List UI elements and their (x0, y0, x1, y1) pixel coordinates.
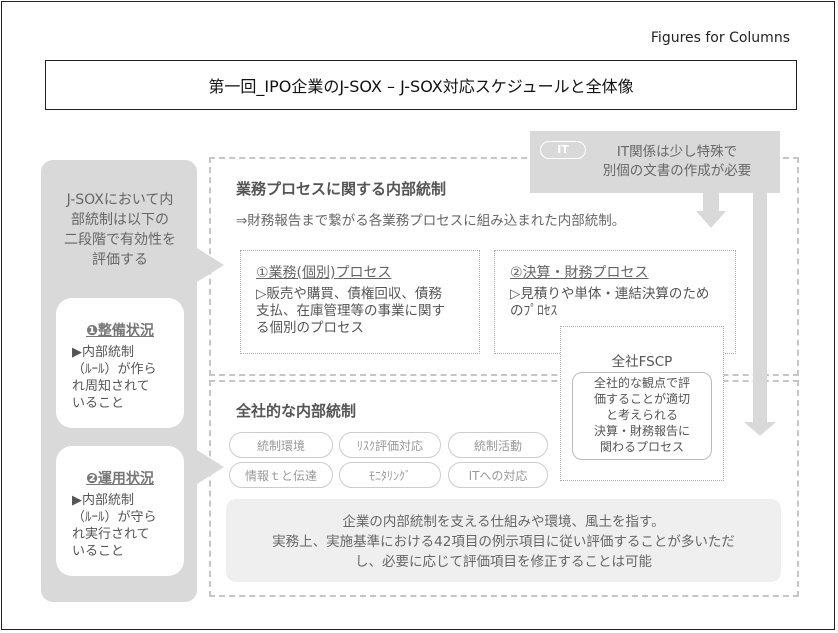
it-arrow-short-head (696, 211, 726, 228)
box-line: のﾌﾟﾛｾｽ (510, 303, 558, 319)
individual-process-body: ▷販売や購買、債権回収、債務 支払、在庫管理等の事業に関す る個別のプロセス (256, 286, 478, 337)
entity-level-title: 全社的な内部統制 (236, 402, 357, 420)
it-note-line: IT関係は少し特殊で (616, 144, 738, 160)
it-note: IT関係は少し特殊で 別個の文書の作成が必要 (588, 143, 766, 181)
pill-control-environment: 統制環境 (229, 432, 333, 458)
company-fscp-title: 全社FSCP (611, 354, 673, 370)
pill-risk-assessment: ﾘｽｸ評価対応 (339, 432, 441, 458)
box-line: る個別のプロセス (256, 320, 364, 336)
entity-note-text: 企業の内部統制を支える仕組みや環境、風土を指す。 実務上、実施基準における42項… (238, 512, 769, 572)
note-line: 実務上、実施基準における42項目の例示項目に従い評価することが多いただ (272, 534, 735, 550)
business-process-subtitle: ⇒財務報告まで繋がる各業務プロセスに組み込まれた内部統制。 (236, 213, 626, 229)
fscp-line: 関わるプロセス (599, 440, 684, 454)
box-line: ▷販売や購買、債権回収、債務 (256, 286, 442, 302)
pill-information-communication: 情報ｔと伝達 (229, 462, 333, 488)
it-arrow-long-head (744, 422, 776, 436)
fscp-line: と考えられる (605, 408, 678, 422)
pointer-arrow-business (197, 248, 224, 282)
individual-process-title: ①業務(個別)プロセス (256, 265, 392, 281)
note-line: し、必要に応じて評価項目を修正することは可能 (355, 554, 652, 570)
company-fscp-desc: 全社的な観点で評 価することが適切 と考えられる 決算・財務報告に 関わるプロセ… (578, 375, 706, 455)
pill-control-activities: 統制活動 (448, 432, 548, 458)
it-badge: IT (540, 141, 586, 159)
fscp-line: 決算・財務報告に (593, 424, 690, 438)
pill-it-response: ITへの対応 (448, 462, 548, 488)
it-arrow-long-shaft (753, 193, 767, 423)
note-line: 企業の内部統制を支える仕組みや環境、風土を指す。 (342, 514, 665, 530)
it-note-line: 別個の文書の作成が必要 (602, 163, 752, 179)
closing-process-title: ②決算・財務プロセス (510, 265, 649, 281)
business-process-title: 業務プロセスに関する内部統制 (236, 180, 447, 198)
fscp-line: 価することが適切 (593, 392, 690, 406)
fscp-line: 全社的な観点で評 (593, 376, 690, 390)
it-arrow-short-shaft (703, 193, 719, 211)
pill-monitoring: ﾓﾆﾀﾘﾝｸﾞ (339, 462, 441, 488)
box-line: ▷見積りや単体・連結決算のため (510, 286, 710, 302)
closing-process-body: ▷見積りや単体・連結決算のため のﾌﾟﾛｾｽ (510, 286, 732, 320)
box-line: 支払、在庫管理等の事業に関す (256, 303, 445, 319)
pointer-arrow-entity (197, 450, 224, 484)
